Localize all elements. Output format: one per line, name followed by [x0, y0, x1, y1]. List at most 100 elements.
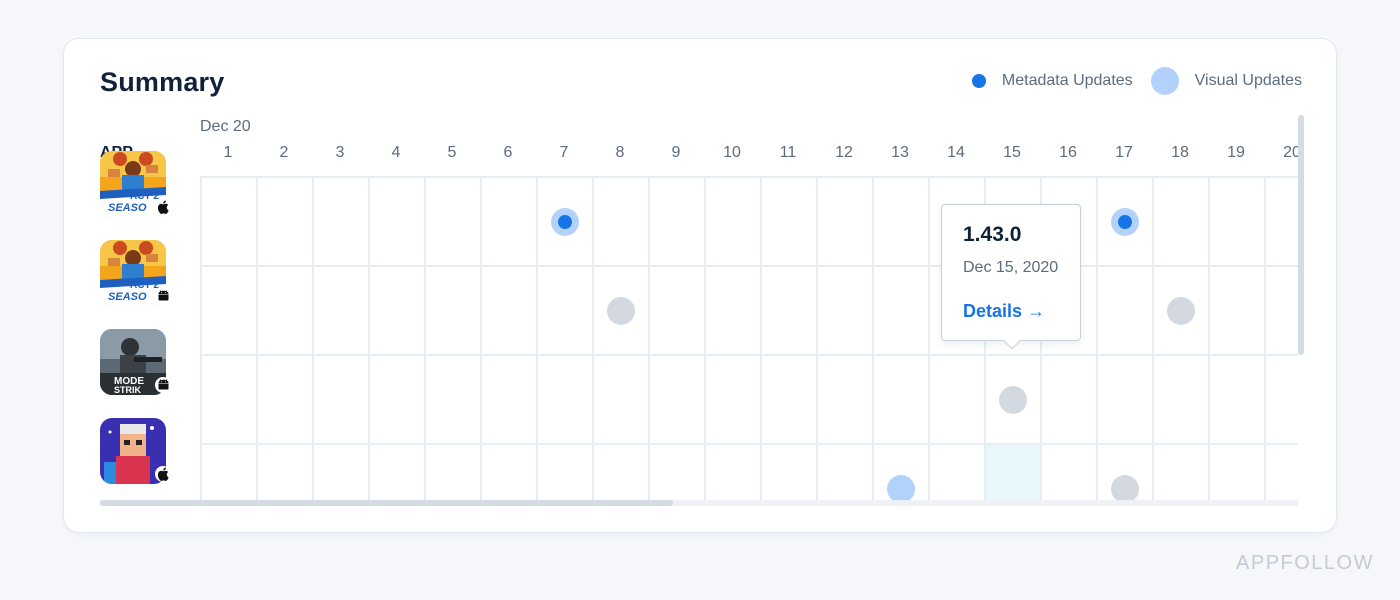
calendar-cell[interactable] [538, 267, 594, 356]
legend: Metadata Updates Visual Updates [971, 67, 1302, 95]
update-marker[interactable] [607, 296, 635, 325]
calendar-viewport[interactable]: Dec 20 APP 12345678910111213141516171819… [100, 114, 1298, 504]
calendar-cell[interactable] [986, 445, 1042, 504]
calendar-cell[interactable] [818, 356, 874, 445]
calendar-cell[interactable] [762, 267, 818, 356]
day-label: 1 [223, 144, 233, 161]
update-marker[interactable] [999, 385, 1027, 414]
calendar-cell[interactable] [594, 267, 650, 356]
calendar-cell[interactable] [650, 267, 706, 356]
day-label: 4 [391, 144, 401, 161]
metadata-update-marker[interactable] [551, 207, 579, 236]
vertical-scroll-thumb[interactable] [1298, 115, 1304, 355]
horizontal-scrollbar[interactable] [100, 500, 1298, 506]
summary-title: Summary [100, 67, 225, 97]
calendar-cell[interactable] [1098, 356, 1154, 445]
calendar-cell[interactable] [1098, 178, 1154, 267]
calendar-cell[interactable] [874, 445, 930, 504]
metadata-dot-icon [971, 74, 986, 88]
calendar-cell[interactable] [202, 267, 258, 356]
calendar-cell[interactable] [706, 267, 762, 356]
calendar-cell[interactable] [482, 356, 538, 445]
calendar-cell[interactable] [818, 178, 874, 267]
calendar-cell[interactable] [202, 178, 258, 267]
calendar-cell[interactable] [650, 445, 706, 504]
calendar-cell[interactable] [874, 356, 930, 445]
calendar-cell[interactable] [706, 445, 762, 504]
calendar-cell[interactable] [258, 267, 314, 356]
android-icon [155, 288, 171, 304]
update-marker[interactable] [1111, 474, 1139, 503]
calendar-cell[interactable] [426, 356, 482, 445]
metadata-update-marker[interactable] [1111, 207, 1139, 236]
calendar-cell[interactable] [1210, 445, 1266, 504]
calendar-cell[interactable] [818, 267, 874, 356]
day-label: 3 [335, 144, 345, 161]
calendar-cell[interactable] [1042, 445, 1098, 504]
calendar-cell[interactable] [426, 267, 482, 356]
calendar-cell[interactable] [482, 178, 538, 267]
calendar-cell[interactable] [370, 445, 426, 504]
calendar-cell[interactable] [202, 445, 258, 504]
calendar-cell[interactable] [594, 356, 650, 445]
calendar-cell[interactable] [650, 356, 706, 445]
calendar-cell[interactable] [370, 178, 426, 267]
calendar-cell[interactable] [706, 178, 762, 267]
calendar-cell[interactable] [314, 356, 370, 445]
calendar-cell[interactable] [258, 178, 314, 267]
calendar-cell[interactable] [1266, 178, 1298, 267]
calendar-cell[interactable] [538, 356, 594, 445]
calendar-cell[interactable] [258, 356, 314, 445]
metadata-core-dot [558, 214, 572, 229]
calendar-cell[interactable] [818, 445, 874, 504]
calendar-cell[interactable] [370, 356, 426, 445]
calendar-cell[interactable] [538, 445, 594, 504]
horizontal-scroll-thumb[interactable] [100, 500, 673, 506]
calendar-cell[interactable] [1266, 356, 1298, 445]
calendar-cell[interactable] [202, 356, 258, 445]
calendar-cell[interactable] [426, 445, 482, 504]
calendar-cell[interactable] [762, 445, 818, 504]
calendar-cell[interactable] [538, 178, 594, 267]
calendar-cell[interactable] [594, 445, 650, 504]
calendar-cell[interactable] [314, 267, 370, 356]
calendar-cell[interactable] [1266, 445, 1298, 504]
month-label: Dec 20 [200, 118, 251, 135]
legend-visual[interactable]: Visual Updates [1150, 67, 1302, 95]
calendar-cell[interactable] [1154, 356, 1210, 445]
calendar-cell[interactable] [762, 356, 818, 445]
calendar-cell[interactable] [594, 178, 650, 267]
calendar-cell[interactable] [1042, 356, 1098, 445]
calendar-cell[interactable] [1154, 178, 1210, 267]
calendar-cell[interactable] [314, 178, 370, 267]
details-link[interactable]: Details → [963, 301, 1045, 322]
calendar-cell[interactable] [650, 178, 706, 267]
calendar-cell[interactable] [482, 445, 538, 504]
calendar-cell[interactable] [370, 267, 426, 356]
calendar-cell[interactable] [762, 178, 818, 267]
day-label: 20 [1283, 144, 1298, 161]
calendar-cell[interactable] [930, 356, 986, 445]
visual-update-marker[interactable] [887, 474, 915, 503]
calendar-cell[interactable] [874, 178, 930, 267]
calendar-cell[interactable] [1098, 445, 1154, 504]
day-label: 9 [671, 144, 681, 161]
calendar-cell[interactable] [706, 356, 762, 445]
calendar-cell[interactable] [314, 445, 370, 504]
day-label: 2 [279, 144, 289, 161]
calendar-cell[interactable] [1210, 356, 1266, 445]
calendar-cell[interactable] [986, 356, 1042, 445]
calendar-cell[interactable] [258, 445, 314, 504]
calendar-cell[interactable] [874, 267, 930, 356]
calendar-cell[interactable] [1154, 267, 1210, 356]
legend-metadata[interactable]: Metadata Updates [971, 72, 1133, 90]
calendar-cell[interactable] [426, 178, 482, 267]
calendar-cell[interactable] [1098, 267, 1154, 356]
calendar-cell[interactable] [930, 445, 986, 504]
calendar-cell[interactable] [482, 267, 538, 356]
calendar-cell[interactable] [1210, 178, 1266, 267]
update-marker[interactable] [1167, 296, 1195, 325]
calendar-cell[interactable] [1210, 267, 1266, 356]
calendar-cell[interactable] [1266, 267, 1298, 356]
calendar-cell[interactable] [1154, 445, 1210, 504]
